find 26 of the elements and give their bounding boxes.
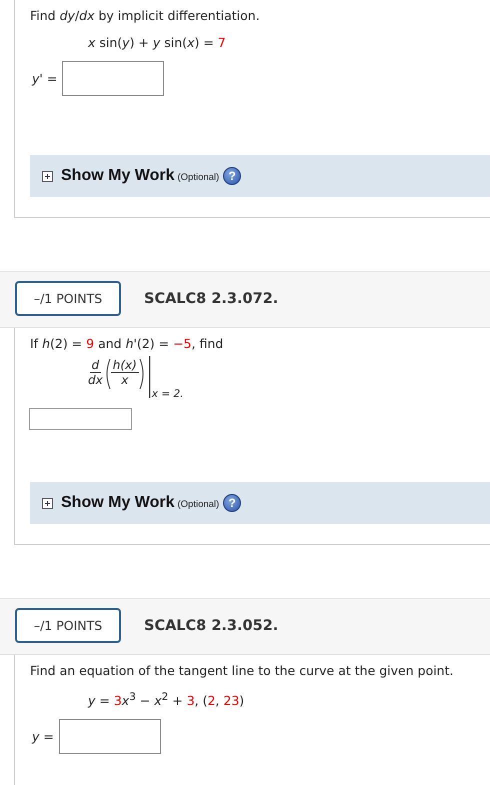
answer-label: y = [32,729,54,744]
question-text: If h(2) = 9 and h'(2) = −5, find [30,335,224,352]
points-button[interactable]: –/1 POINTS [15,608,121,643]
answer-field[interactable] [29,408,132,430]
equation: y = 3x$^{3}$ − x$^{2}$ + 3, (2, 23) [88,690,246,710]
points-button[interactable]: –/1 POINTS [15,281,121,316]
show-work-toggle[interactable]: Show My Work [61,167,174,185]
fraction-denominator: x [121,373,128,387]
answer-field[interactable] [58,719,161,754]
question-number: SCALC8 2.3.052. [144,618,278,634]
fraction-numerator: h(x) [110,358,139,373]
expand-icon[interactable] [42,170,53,182]
operator-numerator: d [90,358,102,373]
optional-note: (Optional) [178,499,220,510]
operator-denominator: dx [88,373,103,387]
question-text: Find dy/dx by implicit differentiation. [30,7,261,24]
answer-label: y' = [32,71,58,86]
expand-icon[interactable] [42,498,53,508]
show-work-toggle[interactable]: Show My Work [61,494,174,512]
question-text: Find an equation of the tangent line to the curve at the given point. [30,662,454,679]
question-number: SCALC8 2.3.072. [144,290,278,306]
evaluation-bar-drawing [148,356,151,398]
optional-note: (Optional) [178,172,220,183]
answer-field[interactable] [62,61,164,96]
evaluation-point: x = 2. [152,388,184,400]
equation: x sin(y) + y sin(x) = 7 [88,34,227,51]
